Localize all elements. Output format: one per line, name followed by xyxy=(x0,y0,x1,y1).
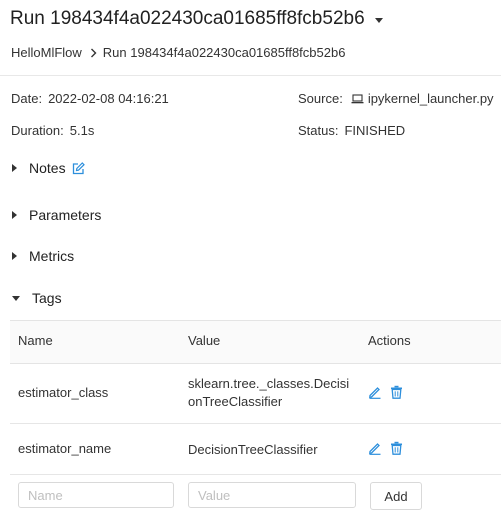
caret-right-icon xyxy=(12,252,17,260)
source-value: ipykernel_launcher.py xyxy=(367,91,494,106)
caret-right-icon xyxy=(12,164,17,172)
section-parameters[interactable]: Parameters xyxy=(12,207,101,223)
section-notes[interactable]: Notes xyxy=(12,160,85,176)
pencil-icon[interactable] xyxy=(368,385,382,399)
section-tags-label: Tags xyxy=(32,290,62,306)
edit-icon[interactable] xyxy=(72,161,85,175)
breadcrumb-current: Run 198434f4a022430ca01685ff8fcb52b6 xyxy=(102,45,346,60)
meta-date: Date: 2022-02-08 04:16:21 xyxy=(11,91,169,106)
meta-source: Source: ipykernel_launcher.py xyxy=(298,91,494,106)
table-row: estimator_name DecisionTreeClassifier xyxy=(10,424,501,475)
header-divider xyxy=(0,75,501,76)
section-parameters-label: Parameters xyxy=(29,207,102,223)
run-title-row: Run 198434f4a022430ca01685ff8fcb52b6 xyxy=(10,8,383,30)
tag-name: estimator_class xyxy=(18,385,109,400)
meta-duration: Duration: 5.1s xyxy=(11,123,94,138)
tag-value-input[interactable] xyxy=(188,482,356,508)
caret-down-icon[interactable] xyxy=(374,17,383,23)
date-label: Date: xyxy=(11,91,43,106)
column-header-actions: Actions xyxy=(368,333,411,348)
duration-label: Duration: xyxy=(11,123,64,138)
section-metrics-label: Metrics xyxy=(29,248,75,264)
laptop-icon xyxy=(351,93,364,104)
caret-down-icon xyxy=(12,295,20,301)
tag-value: DecisionTreeClassifier xyxy=(188,442,318,457)
trash-icon[interactable] xyxy=(390,441,403,455)
trash-icon[interactable] xyxy=(390,385,403,399)
breadcrumb: HelloMlFlow Run 198434f4a022430ca01685ff… xyxy=(11,45,345,60)
add-tag-button[interactable]: Add xyxy=(370,482,422,510)
breadcrumb-experiment-link[interactable]: HelloMlFlow xyxy=(11,45,82,60)
chevron-right-icon xyxy=(90,48,97,58)
section-tags[interactable]: Tags xyxy=(12,290,62,306)
row-actions xyxy=(368,385,403,399)
table-header: Name Value Actions xyxy=(10,320,501,364)
status-label: Status: xyxy=(298,123,339,138)
pencil-icon[interactable] xyxy=(368,441,382,455)
status-value: FINISHED xyxy=(344,123,406,138)
tag-value: sklearn.tree._classes.DecisionTreeClassi… xyxy=(188,376,350,409)
caret-right-icon xyxy=(12,211,17,219)
page-title: Run 198434f4a022430ca01685ff8fcb52b6 xyxy=(10,8,365,29)
date-value: 2022-02-08 04:16:21 xyxy=(48,91,169,106)
source-label: Source: xyxy=(298,91,343,106)
tag-name-input[interactable] xyxy=(18,482,174,508)
source-link[interactable]: ipykernel_launcher.py xyxy=(343,91,494,106)
meta-status: Status: FINISHED xyxy=(298,123,405,138)
column-header-name: Name xyxy=(18,333,53,348)
column-header-value: Value xyxy=(188,333,221,348)
section-notes-label: Notes xyxy=(29,160,66,176)
tag-name: estimator_name xyxy=(18,441,112,456)
duration-value: 5.1s xyxy=(69,123,95,138)
table-row: estimator_class sklearn.tree._classes.De… xyxy=(10,363,501,424)
section-metrics[interactable]: Metrics xyxy=(12,248,74,264)
row-actions xyxy=(368,441,403,455)
